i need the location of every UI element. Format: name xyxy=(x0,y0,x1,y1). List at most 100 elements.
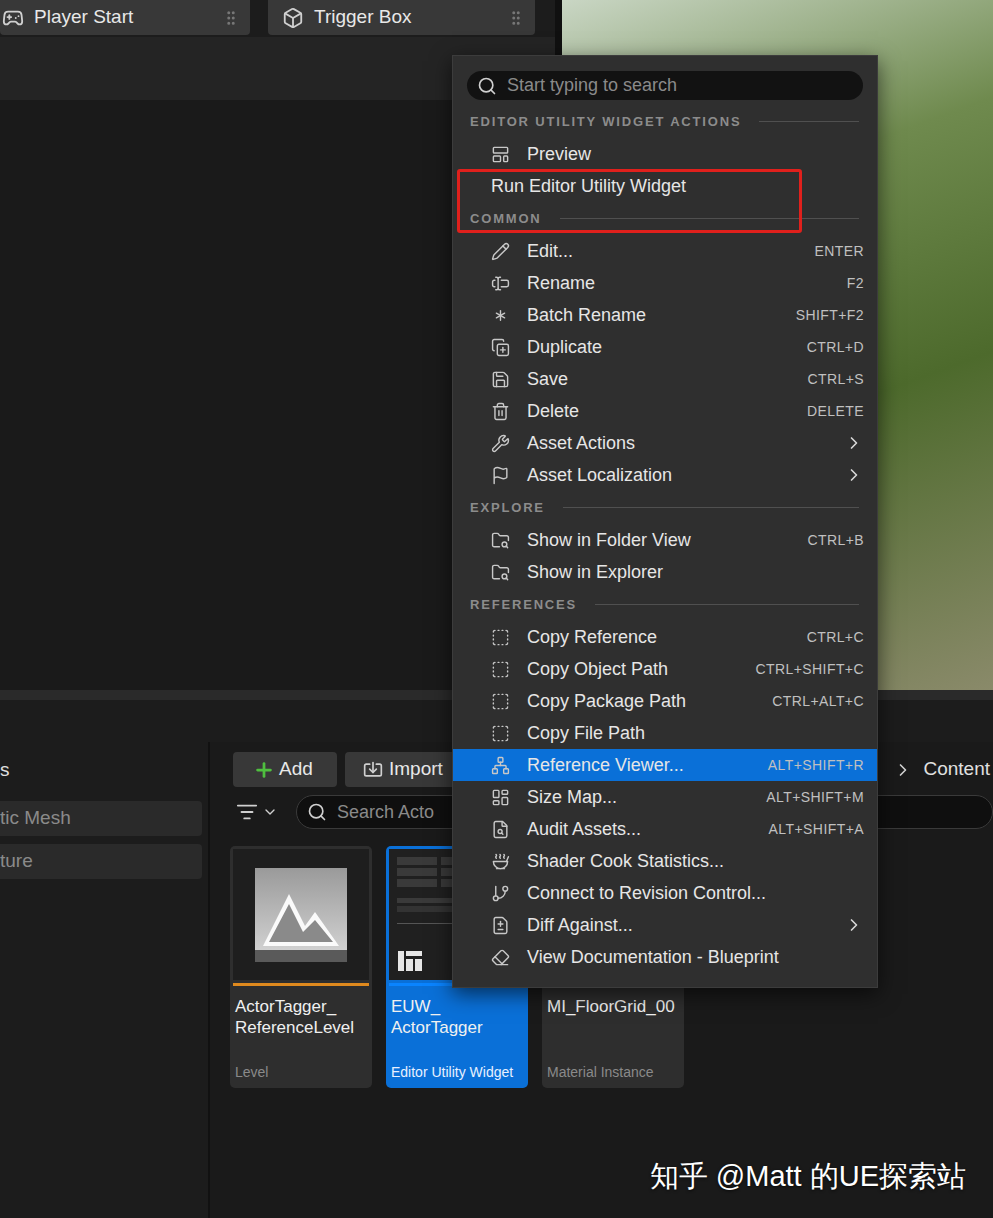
folder-search-icon xyxy=(491,531,510,550)
breadcrumb-item[interactable]: Content xyxy=(923,755,993,784)
menu-item[interactable]: Copy Package PathCTRL+ALT+C xyxy=(453,685,877,717)
asset-name: EUW_ActorTagger xyxy=(386,986,528,1038)
menu-item[interactable]: Copy ReferenceCTRL+C xyxy=(453,621,877,653)
asset-name: MI_FloorGrid_00 xyxy=(542,986,684,1017)
menu-item[interactable]: DeleteDELETE xyxy=(453,395,877,427)
watermark: 知乎 @Matt 的UE探索站 xyxy=(650,1155,966,1199)
menu-item[interactable]: Size Map...ALT+SHIFT+M xyxy=(453,781,877,813)
shortcut: SHIFT+F2 xyxy=(796,305,864,326)
add-button[interactable]: Add xyxy=(233,752,337,787)
menu-item[interactable]: Diff Against... xyxy=(453,909,877,941)
sidebar-heading: s xyxy=(0,756,208,785)
sidebar-item[interactable]: ture xyxy=(0,844,202,879)
menu-item[interactable]: RenameF2 xyxy=(453,267,877,299)
import-button[interactable]: Import xyxy=(345,752,465,787)
menu-search-input[interactable] xyxy=(507,72,863,99)
player-start-icon xyxy=(2,7,24,29)
audit-icon xyxy=(491,820,510,839)
menu-search[interactable] xyxy=(467,71,863,100)
revision-control-icon xyxy=(491,884,510,903)
menu-item[interactable]: Show in Folder ViewCTRL+B xyxy=(453,524,877,556)
unreal-editor: Player Start Trigger Box s tic Mesh ture AddI… xyxy=(0,0,993,1218)
shortcut: CTRL+B xyxy=(807,530,864,551)
section-heading: EXPLORE xyxy=(453,491,877,524)
menu-section: EDITOR UTILITY WIDGET ACTIONSPreviewRun … xyxy=(453,105,877,202)
menu-item[interactable]: Reference Viewer...ALT+SHIFT+R xyxy=(453,749,877,781)
menu-item[interactable]: Asset Localization xyxy=(453,459,877,491)
menu-item[interactable]: View Documentation - Blueprint xyxy=(453,941,877,973)
menu-item[interactable]: Show in Explorer xyxy=(453,556,877,588)
rename-icon xyxy=(491,274,510,293)
filter-button[interactable] xyxy=(230,801,280,823)
breadcrumb: Content xyxy=(893,755,993,784)
menu-item[interactable]: Connect to Revision Control... xyxy=(453,877,877,909)
reference-viewer-icon xyxy=(491,756,510,775)
plus-icon xyxy=(253,759,275,781)
menu-item[interactable]: Run Editor Utility Widget xyxy=(453,170,877,202)
documentation-icon xyxy=(491,948,510,967)
flag-icon xyxy=(491,466,510,485)
preview-icon xyxy=(491,145,510,164)
folder-search-icon xyxy=(491,563,510,582)
copy-reference-icon xyxy=(491,692,510,711)
search-icon xyxy=(307,802,327,822)
shortcut: ALT+SHIFT+A xyxy=(769,819,864,840)
shortcut: ENTER xyxy=(814,241,864,262)
menu-item[interactable]: Asset Actions xyxy=(453,427,877,459)
asset-type: Material Instance xyxy=(542,1062,684,1088)
section-heading: COMMON xyxy=(453,202,877,235)
sidebar-item[interactable]: tic Mesh xyxy=(0,801,202,836)
menu-item[interactable]: Shader Cook Statistics... xyxy=(453,845,877,877)
menu-item[interactable]: Audit Assets...ALT+SHIFT+A xyxy=(453,813,877,845)
menu-item[interactable]: Edit...ENTER xyxy=(453,235,877,267)
copy-reference-icon xyxy=(491,724,510,743)
actor-toolbar: Player Start Trigger Box xyxy=(0,0,555,37)
menu-item[interactable]: SaveCTRL+S xyxy=(453,363,877,395)
shortcut: DELETE xyxy=(807,401,864,422)
filter-icon xyxy=(236,801,258,823)
duplicate-icon xyxy=(491,338,510,357)
menu-section: COMMONEdit...ENTERRenameF2Batch RenameSH… xyxy=(453,202,877,491)
shortcut: ALT+SHIFT+M xyxy=(766,787,864,808)
shader-cook-icon xyxy=(491,852,510,871)
actor-button[interactable]: Player Start xyxy=(0,0,250,35)
menu-item[interactable]: Preview xyxy=(453,138,877,170)
section-heading: EDITOR UTILITY WIDGET ACTIONS xyxy=(453,105,877,138)
menu-section: EXPLOREShow in Folder ViewCTRL+BShow in … xyxy=(453,491,877,588)
editor-widget-icon xyxy=(397,950,423,972)
search-icon xyxy=(477,76,497,96)
asterisk-icon xyxy=(491,306,510,325)
asset-tile[interactable]: ActorTagger_ReferenceLevelLevel xyxy=(230,846,372,1088)
trash-icon xyxy=(491,402,510,421)
content-sidebar: s tic Mesh ture xyxy=(0,742,210,1218)
shortcut: ALT+SHIFT+R xyxy=(768,755,864,776)
import-icon xyxy=(363,760,383,780)
diff-icon xyxy=(491,916,510,935)
menu-item[interactable]: Batch RenameSHIFT+F2 xyxy=(453,299,877,331)
copy-reference-icon xyxy=(491,628,510,647)
pencil-icon xyxy=(491,242,510,261)
asset-type: Editor Utility Widget xyxy=(386,1062,528,1088)
size-map-icon xyxy=(491,788,510,807)
submenu-arrow-icon xyxy=(844,915,864,935)
shortcut: CTRL+SHIFT+C xyxy=(755,659,864,680)
level-thumbnail xyxy=(233,849,369,980)
shortcut: CTRL+D xyxy=(807,337,864,358)
chevron-right-icon xyxy=(893,760,913,780)
menu-item[interactable]: Copy File Path xyxy=(453,717,877,749)
copy-reference-icon xyxy=(491,660,510,679)
menu-item[interactable]: Copy Object PathCTRL+SHIFT+C xyxy=(453,653,877,685)
trigger-box-icon xyxy=(282,7,304,29)
menu-item[interactable]: DuplicateCTRL+D xyxy=(453,331,877,363)
submenu-arrow-icon xyxy=(844,433,864,453)
wrench-icon xyxy=(491,434,510,453)
asset-type-stripe xyxy=(233,983,369,986)
shortcut: CTRL+C xyxy=(807,627,864,648)
submenu-arrow-icon xyxy=(844,465,864,485)
shortcut: CTRL+S xyxy=(807,369,864,390)
grip-icon xyxy=(507,9,525,27)
shortcut: F2 xyxy=(847,273,864,294)
actor-button[interactable]: Trigger Box xyxy=(268,0,535,35)
shortcut: CTRL+ALT+C xyxy=(772,691,864,712)
asset-name: ActorTagger_ReferenceLevel xyxy=(230,986,372,1038)
